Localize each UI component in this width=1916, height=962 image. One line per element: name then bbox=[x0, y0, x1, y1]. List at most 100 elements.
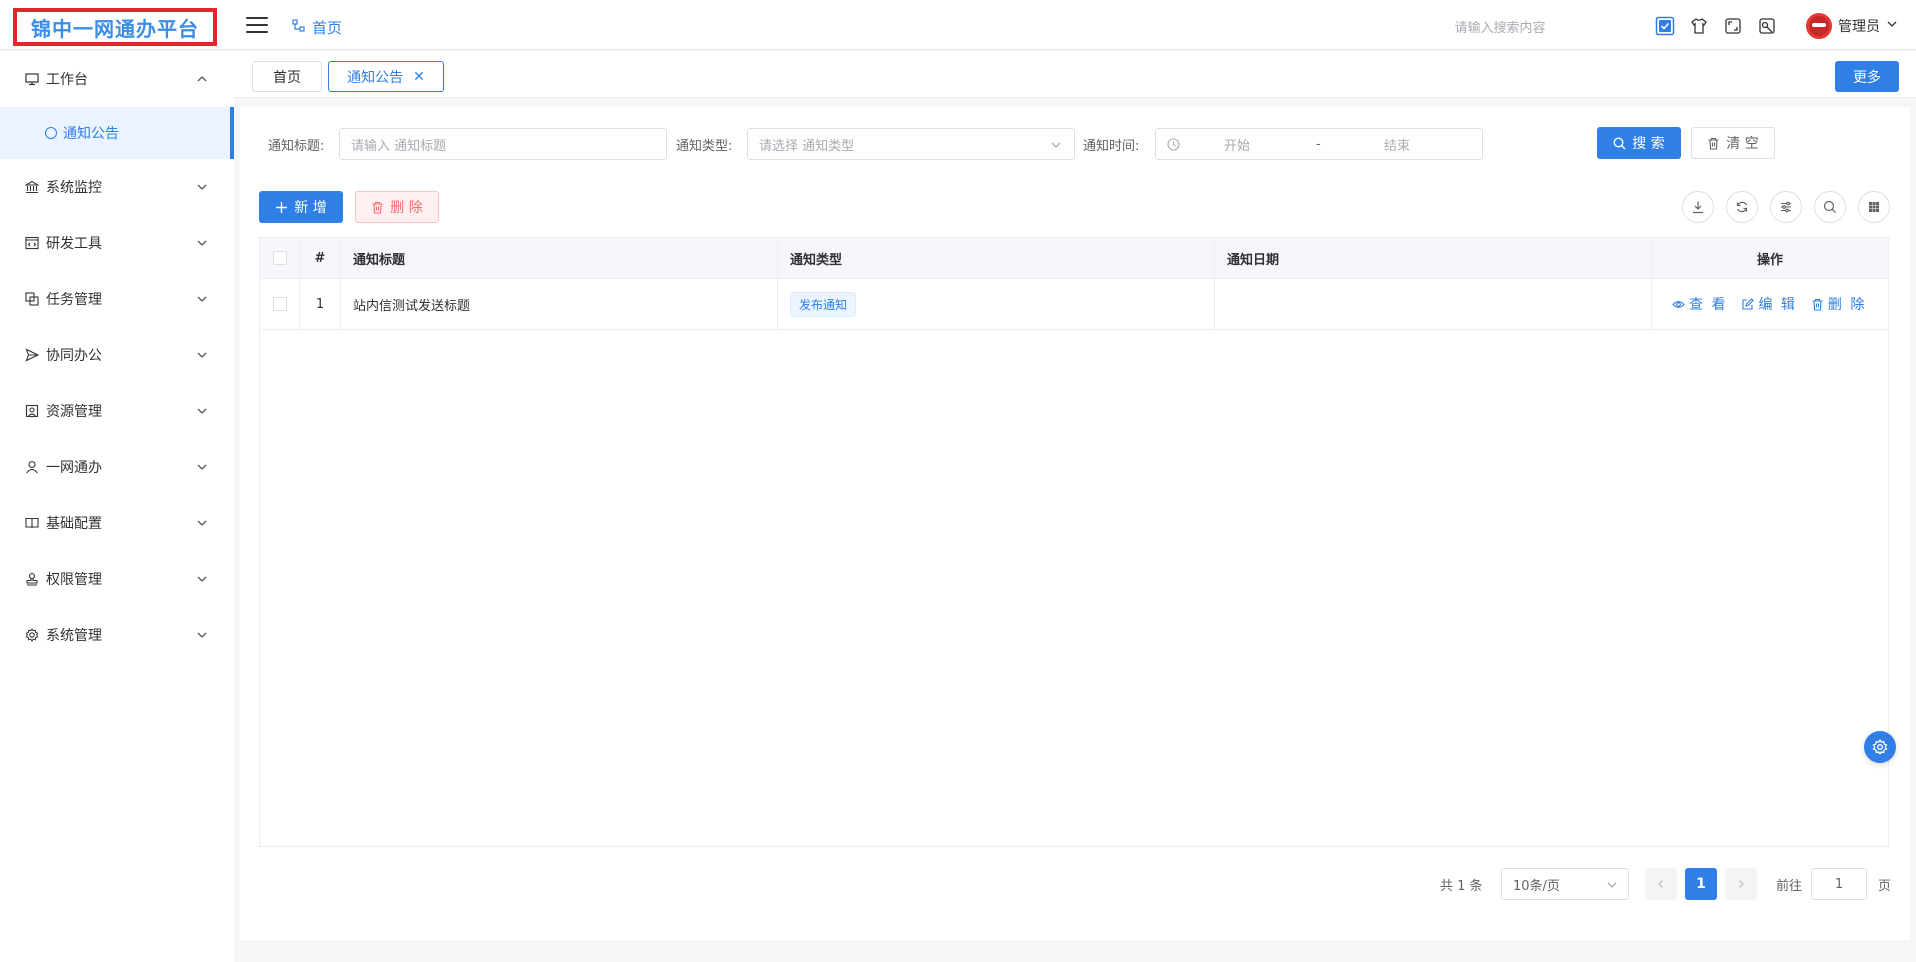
row-actions: 查 看 编 辑 删 除 bbox=[1652, 279, 1888, 329]
header-type[interactable]: 通知类型 bbox=[778, 238, 1215, 278]
breadcrumb-home[interactable]: 首页 bbox=[312, 17, 342, 38]
status-badge: 发布通知 bbox=[790, 291, 857, 317]
checkbox[interactable] bbox=[273, 297, 287, 311]
time-end[interactable]: 结束 bbox=[1384, 135, 1410, 154]
bank-icon bbox=[24, 179, 40, 195]
download-icon[interactable] bbox=[1682, 191, 1714, 223]
sidebar-item-label: 工作台 bbox=[46, 72, 88, 88]
goto-page-input[interactable]: 1 bbox=[1811, 868, 1867, 900]
plus-icon bbox=[276, 201, 288, 213]
header-select-all[interactable] bbox=[260, 238, 300, 278]
chevron-down-icon bbox=[197, 296, 207, 302]
row-type: 发布通知 bbox=[778, 279, 1215, 329]
sidebar-item-monitor[interactable]: 系统监控 bbox=[0, 159, 234, 215]
book-icon bbox=[24, 515, 40, 531]
avatar bbox=[1806, 13, 1832, 39]
menu-toggle-icon[interactable] bbox=[246, 17, 268, 33]
global-search-input[interactable]: 请输入搜索内容 bbox=[1400, 17, 1600, 36]
breadcrumb[interactable]: 首页 bbox=[292, 17, 342, 38]
sidebar-item-workbench[interactable]: 工作台 bbox=[0, 51, 234, 107]
header-date[interactable]: 通知日期 bbox=[1215, 238, 1652, 278]
chevron-left-icon bbox=[1658, 880, 1663, 888]
clear-button[interactable]: 清 空 bbox=[1691, 127, 1775, 159]
filter-settings-icon[interactable] bbox=[1770, 191, 1802, 223]
clear-button-label: 清 空 bbox=[1726, 136, 1759, 152]
user-name: 管理员 bbox=[1838, 19, 1880, 35]
chevron-down-icon bbox=[197, 576, 207, 582]
sidebar-item-baseconfig[interactable]: 基础配置 bbox=[0, 495, 234, 551]
tab-home[interactable]: 首页 bbox=[252, 61, 322, 92]
notice-type-select[interactable]: 请选择 通知类型 bbox=[747, 128, 1075, 160]
delete-button[interactable]: 删 除 bbox=[355, 191, 439, 223]
close-icon[interactable]: ✕ bbox=[413, 69, 425, 85]
copy-icon bbox=[24, 291, 40, 307]
more-button[interactable]: 更多 bbox=[1835, 61, 1899, 92]
refresh-icon[interactable] bbox=[1726, 191, 1758, 223]
notice-title-input[interactable]: 请输入 通知标题 bbox=[339, 128, 667, 160]
edit-label: 编 辑 bbox=[1758, 297, 1797, 313]
checkbox[interactable] bbox=[273, 251, 287, 265]
chevron-down-icon bbox=[1051, 142, 1061, 148]
sidebar-sub-label: 通知公告 bbox=[63, 126, 119, 142]
page-1-button[interactable]: 1 bbox=[1685, 868, 1717, 900]
user-menu[interactable]: 管理员 bbox=[1806, 13, 1898, 39]
prev-page-button[interactable] bbox=[1645, 868, 1677, 900]
columns-grid-icon[interactable] bbox=[1858, 191, 1890, 223]
fullscreen-icon[interactable] bbox=[1722, 15, 1744, 37]
header-actions: 操作 bbox=[1756, 252, 1783, 268]
header-tools bbox=[1654, 15, 1778, 37]
sidebar-item-permissions[interactable]: 权限管理 bbox=[0, 551, 234, 607]
search-button-label: 搜 索 bbox=[1632, 136, 1665, 152]
search-button[interactable]: 搜 索 bbox=[1597, 127, 1681, 159]
sidebar-item-label: 一网通办 bbox=[46, 460, 102, 476]
add-button[interactable]: 新 增 bbox=[259, 191, 343, 223]
monitor-icon bbox=[24, 71, 40, 87]
time-start[interactable]: 开始 bbox=[1224, 135, 1250, 154]
app-logo[interactable]: 锦中一网通办平台 bbox=[13, 8, 217, 46]
header-title[interactable]: 通知标题 bbox=[341, 238, 778, 278]
checkbox-icon[interactable] bbox=[1654, 15, 1676, 37]
row-select[interactable] bbox=[260, 279, 300, 329]
time-separator: - bbox=[1316, 136, 1321, 152]
row-delete-button[interactable]: 删 除 bbox=[1811, 294, 1866, 314]
top-bar: 锦中一网通办平台 首页 请输入搜索内容 管理员 bbox=[0, 0, 1916, 50]
notice-time-range[interactable]: 开始 - 结束 bbox=[1155, 128, 1483, 160]
home-branch-icon bbox=[292, 18, 306, 37]
edit-button[interactable]: 编 辑 bbox=[1741, 294, 1796, 314]
search-icon[interactable] bbox=[1814, 191, 1846, 223]
sidebar: 工作台 通知公告 系统监控 研发工具 任务管理 协同办公 资源管理 一网通办 基… bbox=[0, 51, 234, 962]
chevron-right-icon bbox=[1739, 880, 1744, 888]
tabs-bar: 首页 通知公告 ✕ bbox=[234, 51, 1916, 98]
edit-icon bbox=[1742, 297, 1755, 310]
archive-icon bbox=[24, 403, 40, 419]
chevron-down-icon bbox=[197, 520, 207, 526]
chevron-down-icon bbox=[197, 464, 207, 470]
sidebar-item-resources[interactable]: 资源管理 bbox=[0, 383, 234, 439]
chevron-down-icon bbox=[1886, 18, 1898, 34]
header-index: # bbox=[300, 238, 341, 278]
sidebar-item-label: 权限管理 bbox=[46, 572, 102, 588]
sidebar-item-devtools[interactable]: 研发工具 bbox=[0, 215, 234, 271]
page-size-select[interactable]: 10条/页 bbox=[1501, 868, 1629, 900]
next-page-button[interactable] bbox=[1725, 868, 1757, 900]
delete-label: 删 除 bbox=[1827, 297, 1867, 313]
sidebar-item-collab[interactable]: 协同办公 bbox=[0, 327, 234, 383]
row-title: 站内信测试发送标题 bbox=[341, 279, 778, 329]
sidebar-item-system[interactable]: 系统管理 bbox=[0, 607, 234, 663]
trash-icon bbox=[1812, 298, 1823, 311]
skin-shirt-icon[interactable] bbox=[1688, 15, 1710, 37]
chevron-down-icon bbox=[197, 632, 207, 638]
sidebar-item-label: 系统监控 bbox=[46, 180, 102, 196]
tab-label: 通知公告 bbox=[347, 69, 404, 86]
table-row: 1 站内信测试发送标题 发布通知 查 看 编 辑 删 除 bbox=[260, 279, 1888, 330]
sidebar-sub-notice[interactable]: 通知公告 bbox=[0, 107, 234, 159]
sidebar-item-label: 任务管理 bbox=[46, 292, 102, 308]
settings-gear-icon[interactable] bbox=[1864, 731, 1896, 763]
chevron-down-icon bbox=[1607, 882, 1617, 888]
view-button[interactable]: 查 看 bbox=[1672, 294, 1727, 314]
sidebar-item-tasks[interactable]: 任务管理 bbox=[0, 271, 234, 327]
lock-screen-icon[interactable] bbox=[1756, 15, 1778, 37]
sidebar-item-onestop[interactable]: 一网通办 bbox=[0, 439, 234, 495]
main-panel: 通知标题: 请输入 通知标题 通知类型: 请选择 通知类型 通知时间: 开始 -… bbox=[240, 107, 1910, 940]
tab-notice[interactable]: 通知公告 ✕ bbox=[328, 61, 444, 92]
